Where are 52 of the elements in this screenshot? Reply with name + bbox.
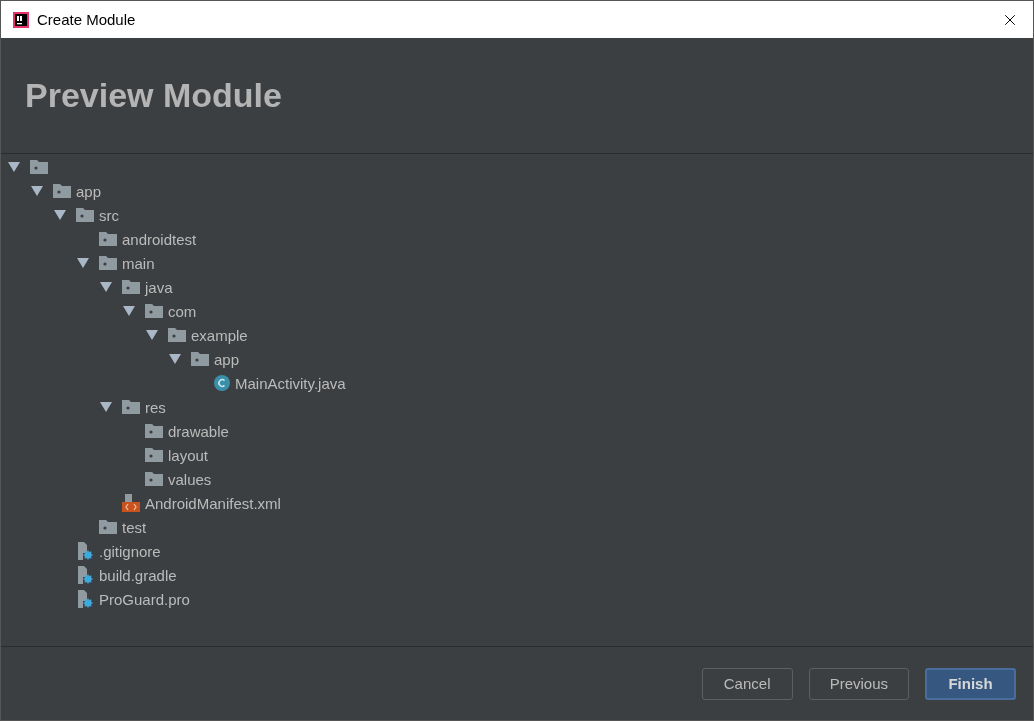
folder-icon bbox=[122, 280, 140, 294]
folder-icon bbox=[99, 232, 117, 246]
expanded-arrow-icon[interactable] bbox=[30, 185, 43, 197]
primary-button[interactable]: Finish bbox=[925, 667, 1016, 700]
tree-item-label[interactable]: AndroidManifest.xml bbox=[145, 494, 281, 512]
class-icon bbox=[214, 375, 230, 391]
tree-item-label[interactable]: layout bbox=[168, 446, 209, 464]
secondary-button[interactable]: Previous bbox=[808, 667, 909, 700]
tree-item-label[interactable]: MainActivity.java bbox=[235, 374, 346, 392]
expanded-arrow-icon[interactable] bbox=[99, 401, 112, 413]
expanded-arrow-icon[interactable] bbox=[53, 209, 66, 221]
tree-item-label[interactable]: ProGuard.pro bbox=[99, 590, 190, 608]
settings-file-icon bbox=[76, 566, 94, 584]
settings-file-icon bbox=[76, 590, 94, 608]
expanded-arrow-icon[interactable] bbox=[76, 257, 89, 269]
folder-icon bbox=[30, 160, 48, 174]
tree-item-label[interactable]: com bbox=[168, 302, 197, 320]
expanded-arrow-icon[interactable] bbox=[99, 281, 112, 293]
tree-item-label[interactable]: .gitignore bbox=[99, 542, 161, 560]
folder-icon bbox=[145, 448, 163, 462]
folder-icon bbox=[99, 520, 117, 534]
expanded-arrow-icon[interactable] bbox=[7, 161, 20, 173]
folder-icon bbox=[122, 400, 140, 414]
secondary-button[interactable]: Cancel bbox=[701, 667, 793, 700]
page-heading: Preview Module bbox=[25, 76, 282, 115]
tree-item-label[interactable]: values bbox=[168, 470, 212, 488]
folder-icon bbox=[145, 472, 163, 486]
expanded-arrow-icon[interactable] bbox=[168, 353, 181, 365]
tree-item-label[interactable]: main bbox=[122, 254, 155, 272]
tree-item-label[interactable]: res bbox=[145, 398, 166, 416]
tree-item-label[interactable]: app bbox=[76, 182, 102, 200]
expanded-arrow-icon[interactable] bbox=[122, 305, 135, 317]
settings-file-icon bbox=[76, 542, 94, 560]
folder-icon bbox=[145, 424, 163, 438]
tree-item-label[interactable]: test bbox=[122, 518, 147, 536]
tree-item-label[interactable]: drawable bbox=[168, 422, 229, 440]
folder-icon bbox=[145, 304, 163, 318]
xml-file-icon bbox=[122, 494, 140, 512]
tree-item-label[interactable]: java bbox=[145, 278, 173, 296]
window-title: Create Module bbox=[37, 11, 137, 28]
folder-icon bbox=[53, 184, 71, 198]
folder-icon bbox=[99, 256, 117, 270]
folder-icon bbox=[191, 352, 209, 366]
tree-item-label[interactable]: app bbox=[214, 350, 240, 368]
expanded-arrow-icon[interactable] bbox=[145, 329, 158, 341]
tree-item-label[interactable]: example bbox=[191, 326, 248, 344]
folder-icon bbox=[76, 208, 94, 222]
tree-item-label[interactable]: src bbox=[99, 206, 119, 224]
app-logo-icon bbox=[13, 11, 29, 28]
tree-item-label[interactable]: androidtest bbox=[122, 230, 197, 248]
folder-icon bbox=[168, 328, 186, 342]
tree-item-label[interactable]: build.gradle bbox=[99, 566, 177, 584]
